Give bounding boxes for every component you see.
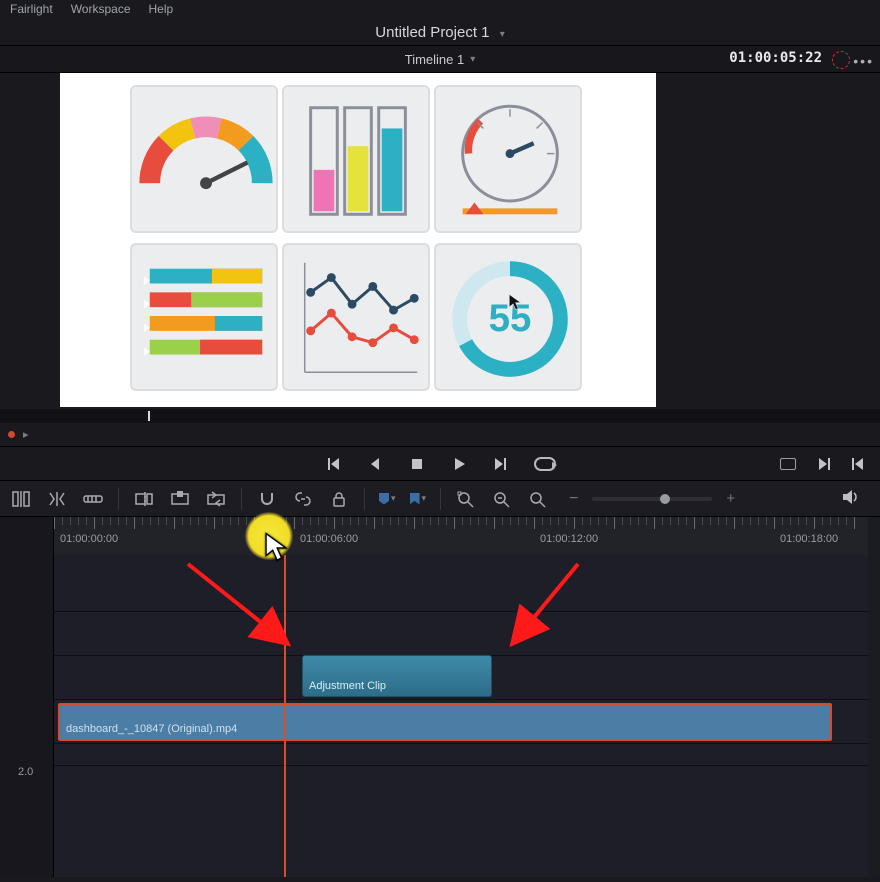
timeline-tracks[interactable]: Adjustment Clip dashboard_-_10847 (Origi… xyxy=(54,555,868,877)
detail-zoom[interactable] xyxy=(491,490,513,508)
skip-start-button[interactable] xyxy=(324,455,342,473)
snap-toggle[interactable] xyxy=(256,490,278,508)
preview-panel-2 xyxy=(282,85,430,233)
menu-help[interactable]: Help xyxy=(149,2,174,16)
edit-toolbar: ▾ ▾ − + xyxy=(0,481,880,517)
ruler-label: 01:00:18:00 xyxy=(780,533,838,545)
track-divider xyxy=(54,765,868,766)
insert-clip-button[interactable] xyxy=(133,490,155,508)
chevron-down-icon: ▾ xyxy=(391,493,396,504)
menu-workspace[interactable]: Workspace xyxy=(71,2,131,16)
ruler-label: 01:00:00:00 xyxy=(60,533,118,545)
preview-panel-3 xyxy=(434,85,582,233)
transport-controls xyxy=(0,447,880,481)
menu-bar: Fairlight Workspace Help xyxy=(0,0,880,18)
ruler-label: 01:00:06:00 xyxy=(300,533,358,545)
track-divider xyxy=(54,611,868,612)
skip-end-button[interactable] xyxy=(492,455,510,473)
marker-icon xyxy=(410,493,420,505)
toolbar-separator xyxy=(440,488,441,510)
next-edit-button[interactable] xyxy=(814,455,832,473)
record-row: ▸ xyxy=(0,423,880,447)
chevron-right-icon[interactable]: ▸ xyxy=(23,428,29,441)
clip-label: dashboard_-_10847 (Original).mp4 xyxy=(66,723,237,735)
overwrite-clip-button[interactable] xyxy=(169,490,191,508)
match-frame-icon[interactable] xyxy=(780,458,796,470)
scrub-position-indicator xyxy=(148,411,150,421)
play-button[interactable] xyxy=(450,455,468,473)
dynamic-trim-tool[interactable] xyxy=(82,490,104,508)
viewer-timecode[interactable]: 01:00:05:22 xyxy=(729,50,822,66)
chevron-down-icon[interactable]: ▾ xyxy=(470,54,475,65)
timeline-name[interactable]: Timeline 1 xyxy=(405,52,464,67)
adjustment-clip[interactable]: Adjustment Clip xyxy=(302,655,492,697)
preview-panel-6: 55 xyxy=(434,243,582,391)
viewer-scrub-bar[interactable] xyxy=(0,409,880,423)
audio-track-label: 2.0 xyxy=(18,766,33,778)
track-divider xyxy=(54,699,868,700)
project-title: Untitled Project 1 xyxy=(375,24,489,41)
menu-fairlight[interactable]: Fairlight xyxy=(10,2,53,16)
lock-toggle[interactable] xyxy=(328,490,350,508)
replace-clip-button[interactable] xyxy=(205,490,227,508)
track-header-panel[interactable]: 2.0 xyxy=(0,517,54,877)
cursor-icon xyxy=(508,293,522,314)
timeline-area: 2.0 Adjustment Clip dashboard_-_10847 (O… xyxy=(0,517,880,877)
record-indicator-icon xyxy=(8,431,15,438)
timeline-selector-row: Timeline 1 ▾ 01:00:05:22 ••• xyxy=(0,45,880,73)
timeline-ruler[interactable] xyxy=(54,517,868,555)
step-back-button[interactable] xyxy=(366,455,384,473)
preview-panel-1 xyxy=(130,85,278,233)
project-title-row[interactable]: Untitled Project 1 ▾ xyxy=(0,18,880,45)
zoom-in-button[interactable]: + xyxy=(726,490,735,507)
trim-tool[interactable] xyxy=(46,490,68,508)
toolbar-separator xyxy=(118,488,119,510)
preview-panel-5 xyxy=(282,243,430,391)
prev-edit-button[interactable] xyxy=(850,455,868,473)
zoom-slider[interactable] xyxy=(592,497,712,501)
clip-label: Adjustment Clip xyxy=(309,680,386,692)
chevron-down-icon: ▾ xyxy=(500,29,505,40)
selection-tool[interactable] xyxy=(10,490,32,508)
cursor-icon xyxy=(264,531,288,565)
toolbar-separator xyxy=(364,488,365,510)
flag-dropdown[interactable]: ▾ xyxy=(379,493,396,505)
full-extent-zoom[interactable] xyxy=(455,490,477,508)
playhead[interactable] xyxy=(284,555,286,877)
toolbar-separator xyxy=(241,488,242,510)
bypass-grades-icon[interactable] xyxy=(832,51,850,69)
loop-button[interactable] xyxy=(534,457,556,471)
link-toggle[interactable] xyxy=(292,490,314,508)
stop-button[interactable] xyxy=(408,455,426,473)
ruler-label: 01:00:12:00 xyxy=(540,533,598,545)
volume-icon[interactable] xyxy=(840,488,860,509)
options-menu-icon[interactable]: ••• xyxy=(853,53,874,69)
viewer[interactable]: 55 xyxy=(60,73,656,407)
marker-dropdown[interactable]: ▾ xyxy=(410,493,427,505)
video-clip[interactable]: dashboard_-_10847 (Original).mp4 xyxy=(58,703,832,741)
zoom-slider-knob[interactable] xyxy=(660,494,670,504)
flag-icon xyxy=(379,493,389,505)
chevron-down-icon: ▾ xyxy=(422,493,427,504)
zoom-out-button[interactable]: − xyxy=(569,490,578,508)
track-divider xyxy=(54,743,868,744)
preview-panel-4 xyxy=(130,243,278,391)
custom-zoom[interactable] xyxy=(527,490,549,508)
